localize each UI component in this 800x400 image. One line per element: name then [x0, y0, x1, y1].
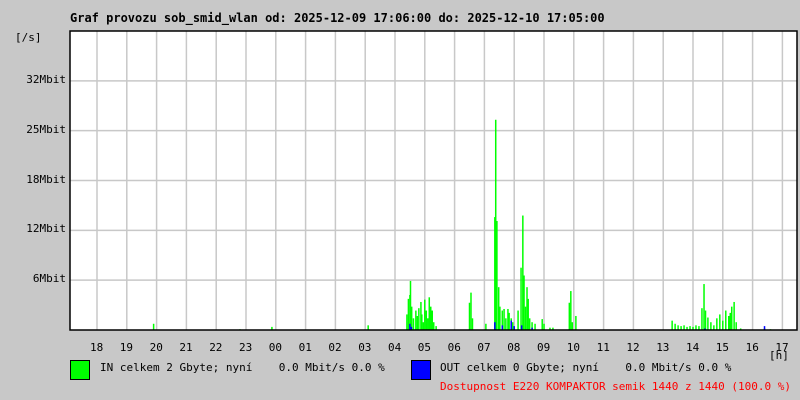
data-point-in [503, 308, 505, 330]
x-tick-label: 09 [537, 341, 551, 354]
x-tick-label: 17 [775, 341, 789, 354]
x-tick-label: 11 [596, 341, 610, 354]
y-tick-label: 12Mbit [26, 222, 66, 236]
data-point-in [425, 310, 428, 330]
data-point-out [510, 320, 512, 330]
data-point-in [570, 291, 572, 330]
data-point-in [571, 322, 574, 330]
x-tick-label: 23 [239, 341, 253, 354]
x-tick-label: 12 [626, 341, 640, 354]
x-tick-label: 10 [566, 341, 581, 354]
data-point-in [725, 310, 727, 330]
data-point-out [494, 322, 496, 330]
x-tick-label: 07 [477, 341, 491, 354]
data-point-in [152, 323, 155, 330]
x-tick-label: 05 [417, 341, 432, 354]
data-point-in [716, 318, 718, 330]
data-point-in [421, 314, 423, 330]
data-point-in [470, 292, 472, 330]
data-point-in [499, 306, 501, 330]
x-tick-label: 20 [149, 341, 163, 354]
x-tick-label: 15 [715, 341, 730, 354]
data-point-in [728, 315, 730, 330]
x-tick-label: 02 [328, 341, 342, 354]
data-point-in [541, 319, 543, 330]
data-point-in [704, 310, 707, 330]
data-point-in [511, 322, 514, 330]
x-tick-label: 22 [209, 341, 223, 354]
y-tick-label: 18Mbit [26, 172, 66, 186]
data-point-in [729, 312, 731, 330]
data-point-in [422, 322, 425, 330]
data-point-in [427, 318, 429, 330]
data-point-out [409, 323, 411, 330]
legend-out-swatch [411, 360, 431, 380]
data-point-in [735, 322, 737, 330]
availability-text: Dostupnost E220 KOMPAKTOR semik 1440 z 1… [440, 380, 791, 393]
x-tick-label: 14 [686, 341, 700, 354]
data-point-in [406, 314, 408, 330]
data-point-in [575, 315, 577, 330]
x-tick-label: 16 [745, 341, 759, 354]
data-point-in [424, 299, 426, 330]
data-point-in [416, 315, 419, 330]
data-point-in [674, 323, 676, 330]
legend-in-text: IN celkem 2 Gbyte; nyní 0.0 Mbit/s 0.0 % [100, 361, 385, 374]
data-point-in [722, 320, 724, 330]
x-tick-label: 13 [656, 341, 670, 354]
data-point-in [730, 306, 733, 330]
x-tick-label: 04 [388, 341, 402, 354]
data-point-in [707, 317, 709, 330]
y-tick-label: 32Mbit [26, 72, 66, 86]
data-point-in [505, 318, 507, 330]
data-point-in [418, 308, 420, 330]
data-point-in [528, 318, 531, 330]
data-point-in [534, 323, 536, 330]
data-point-in [568, 302, 571, 330]
x-tick-label: 08 [507, 341, 521, 354]
data-point-in [496, 220, 498, 330]
data-point-in [719, 314, 721, 330]
data-point-in [701, 308, 703, 330]
data-point-in [407, 298, 410, 330]
data-point-in [520, 267, 522, 330]
data-point-in [431, 310, 433, 330]
data-point-in [527, 298, 529, 330]
x-tick-label: 06 [447, 341, 461, 354]
y-tick-label: 25Mbit [26, 122, 66, 136]
data-point-in [410, 306, 413, 330]
x-tick-label: 01 [298, 341, 312, 354]
x-tick-label: 03 [358, 341, 372, 354]
data-point-in [710, 322, 712, 330]
data-point-in [524, 306, 527, 330]
data-point-in [523, 275, 525, 330]
data-point-in [703, 284, 705, 330]
data-point-in [415, 310, 417, 330]
data-point-in [428, 297, 431, 330]
data-point-in [432, 322, 435, 330]
x-tick-label: 19 [119, 341, 134, 354]
data-point-in [485, 323, 487, 330]
x-tick-label: 21 [179, 341, 193, 354]
data-point-in [412, 318, 415, 330]
x-tick-label: 18 [90, 341, 104, 354]
data-point-in [508, 312, 510, 330]
data-point-in [543, 323, 545, 330]
data-point-in [671, 320, 673, 330]
legend-in-swatch [70, 360, 90, 380]
data-point-in [430, 306, 432, 330]
legend-out-text: OUT celkem 0 Gbyte; nyní 0.0 Mbit/s 0.0 … [440, 361, 732, 374]
traffic-graph: Graf provozu sob_smid_wlan od: 2025-12-0… [0, 0, 800, 400]
x-tick-label: 00 [268, 341, 283, 354]
y-tick-label: 6Mbit [32, 272, 66, 286]
data-point-in [733, 301, 735, 330]
plot-area [69, 30, 798, 331]
data-point-in [471, 318, 474, 330]
data-point-in [517, 310, 519, 330]
data-point-in [468, 302, 471, 330]
